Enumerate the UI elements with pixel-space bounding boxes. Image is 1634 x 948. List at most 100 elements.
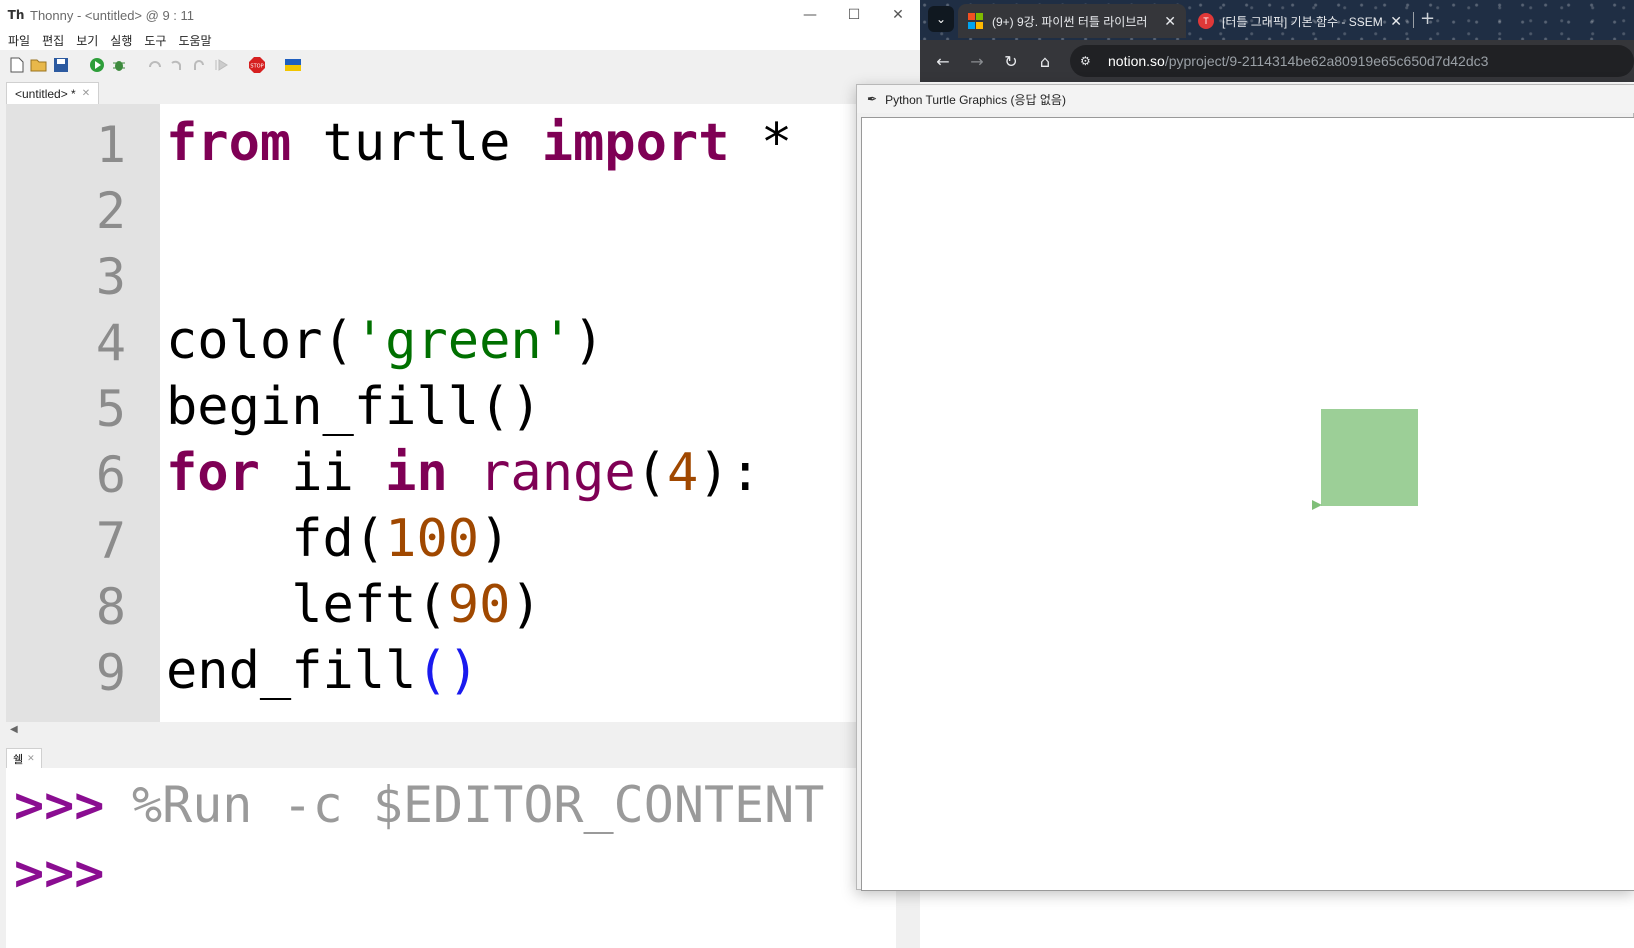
line-number: 1 bbox=[95, 116, 126, 174]
thonny-app-icon: Th bbox=[7, 8, 25, 22]
code-token: ) bbox=[573, 311, 605, 371]
menu-tools[interactable]: 도구 bbox=[144, 32, 166, 49]
reload-icon[interactable]: ↻ bbox=[994, 44, 1028, 78]
run-icon[interactable] bbox=[88, 56, 106, 74]
ukraine-flag-icon[interactable] bbox=[284, 56, 302, 74]
code-token: fd( bbox=[166, 509, 386, 569]
menu-edit[interactable]: 편집 bbox=[42, 32, 64, 49]
builtin: range bbox=[479, 443, 636, 503]
turtle-window-title: Python Turtle Graphics (응답 없음) bbox=[885, 92, 1066, 107]
code-line-7: fd(100) bbox=[166, 506, 510, 572]
toolbar: STOP bbox=[0, 50, 920, 80]
chrome-tabstrip: ⌄ (9+) 9강. 파이썬 터틀 라이브러 ✕ T [터틀 그래픽] 기본 함… bbox=[920, 0, 1634, 40]
keyword: import bbox=[541, 113, 730, 173]
open-folder-icon[interactable] bbox=[30, 56, 48, 74]
line-number: 7 bbox=[95, 512, 126, 570]
code-token: ) bbox=[510, 575, 542, 635]
code-token: ii bbox=[259, 443, 386, 503]
tab-label: <untitled> * bbox=[15, 86, 76, 101]
turtle-titlebar[interactable]: ✒ Python Turtle Graphics (응답 없음) bbox=[857, 85, 1634, 113]
number-literal: 100 bbox=[385, 509, 480, 569]
tab-close-icon[interactable]: ✕ bbox=[82, 88, 90, 99]
menu-help[interactable]: 도움말 bbox=[178, 32, 211, 49]
tab-untitled[interactable]: <untitled> * ✕ bbox=[6, 82, 100, 104]
code-line-5: begin_fill() bbox=[166, 374, 542, 440]
line-number: 9 bbox=[95, 644, 126, 702]
step-over-icon bbox=[146, 56, 164, 74]
home-icon[interactable]: ⌂ bbox=[1028, 44, 1062, 78]
shell-command: %Run -c $EDITOR_CONTENT bbox=[132, 776, 825, 834]
tab-close-icon[interactable]: ✕ bbox=[1164, 13, 1176, 30]
code-line-9: end_fill() bbox=[166, 638, 479, 704]
tab-close-icon[interactable]: ✕ bbox=[1390, 13, 1402, 30]
code-token: turtle bbox=[291, 113, 542, 173]
minimize-icon[interactable]: — bbox=[788, 0, 832, 30]
line-number-gutter: 1 2 3 4 5 6 7 8 9 bbox=[6, 104, 160, 722]
shell-prompt: >>> bbox=[14, 776, 105, 834]
site-favicon-icon: T bbox=[1198, 13, 1214, 29]
tab-close-icon[interactable]: ✕ bbox=[27, 754, 35, 764]
code-token: left( bbox=[166, 575, 448, 635]
turtle-arrow-icon bbox=[1312, 500, 1322, 510]
windows-logo-icon bbox=[968, 13, 984, 29]
tab-title: [터틀 그래픽] 기본 함수 - SSEM bbox=[1222, 14, 1383, 29]
address-bar[interactable]: ⚙ notion.so/pyproject/9-2114314be62a8091… bbox=[1070, 45, 1634, 77]
line-number: 5 bbox=[95, 380, 126, 438]
code-token: * bbox=[729, 113, 793, 173]
code-editor[interactable]: 1 2 3 4 5 6 7 8 9 from turtle import * c… bbox=[6, 104, 858, 722]
line-number: 3 bbox=[95, 248, 126, 306]
site-settings-icon[interactable]: ⚙ bbox=[1080, 54, 1098, 68]
svg-text:STOP: STOP bbox=[250, 64, 263, 70]
thonny-window: Th Thonny - <untitled> @ 9 : 11 — ☐ ✕ 파일… bbox=[0, 0, 920, 948]
keyword: in bbox=[385, 443, 448, 503]
matched-parens: () bbox=[416, 641, 480, 701]
thonny-titlebar: Th Thonny - <untitled> @ 9 : 11 — ☐ ✕ bbox=[0, 0, 920, 30]
menu-run[interactable]: 실행 bbox=[110, 32, 132, 49]
close-icon[interactable]: ✕ bbox=[876, 0, 920, 30]
new-tab-plus-icon[interactable]: + bbox=[1420, 8, 1435, 29]
step-into-icon bbox=[168, 56, 186, 74]
menubar: 파일 편집 보기 실행 도구 도움말 bbox=[0, 30, 920, 50]
shell-prompt: >>> bbox=[14, 844, 105, 902]
menu-view[interactable]: 보기 bbox=[76, 32, 98, 49]
code-line-4: color('green') bbox=[166, 308, 604, 374]
stop-icon[interactable]: STOP bbox=[248, 56, 266, 74]
chrome-tab-inactive[interactable]: T [터틀 그래픽] 기본 함수 - SSEM ✕ bbox=[1188, 4, 1412, 38]
window-controls: — ☐ ✕ bbox=[788, 0, 920, 30]
filled-green-square bbox=[1321, 409, 1418, 506]
code-token: ) bbox=[479, 509, 511, 569]
chrome-tab-active[interactable]: (9+) 9강. 파이썬 터틀 라이브러 ✕ bbox=[958, 4, 1186, 38]
code-line-8: left(90) bbox=[166, 572, 542, 638]
code-line-6: for ii in range(4): bbox=[166, 440, 761, 506]
maximize-icon[interactable]: ☐ bbox=[832, 0, 876, 30]
menu-file[interactable]: 파일 bbox=[8, 32, 30, 49]
back-arrow-icon[interactable]: ← bbox=[926, 44, 960, 78]
editor-hscrollbar[interactable]: ◀ bbox=[6, 722, 858, 740]
tab-title: (9+) 9강. 파이썬 터틀 라이브러 bbox=[992, 14, 1148, 29]
code-token: ( bbox=[635, 443, 667, 503]
shell-tabstrip: 쉘 ✕ bbox=[0, 746, 920, 768]
number-literal: 90 bbox=[447, 575, 511, 635]
code-token: end_fill bbox=[166, 641, 417, 701]
line-number: 6 bbox=[95, 446, 126, 504]
new-file-icon[interactable] bbox=[8, 56, 26, 74]
save-icon[interactable] bbox=[52, 56, 70, 74]
line-number: 2 bbox=[95, 182, 126, 240]
forward-arrow-icon[interactable]: → bbox=[960, 44, 994, 78]
window-title: Thonny - <untitled> @ 9 : 11 bbox=[30, 7, 194, 23]
number-literal: 4 bbox=[666, 443, 699, 503]
tab-shell[interactable]: 쉘 ✕ bbox=[6, 748, 42, 768]
keyword: from bbox=[166, 113, 292, 173]
shell-panel[interactable]: >>> %Run -c $EDITOR_CONTENT >>> bbox=[6, 768, 896, 948]
url-host: notion.so bbox=[1108, 53, 1165, 69]
debug-icon[interactable] bbox=[110, 56, 128, 74]
feather-icon: ✒ bbox=[867, 92, 878, 106]
turtle-canvas bbox=[861, 117, 1634, 891]
step-out-icon bbox=[190, 56, 208, 74]
resume-icon bbox=[212, 56, 230, 74]
tab-divider bbox=[1413, 12, 1414, 28]
tab-label: 쉘 bbox=[13, 752, 24, 766]
tab-search-chevron-icon[interactable]: ⌄ bbox=[928, 6, 954, 32]
scroll-left-icon[interactable]: ◀ bbox=[10, 724, 18, 735]
